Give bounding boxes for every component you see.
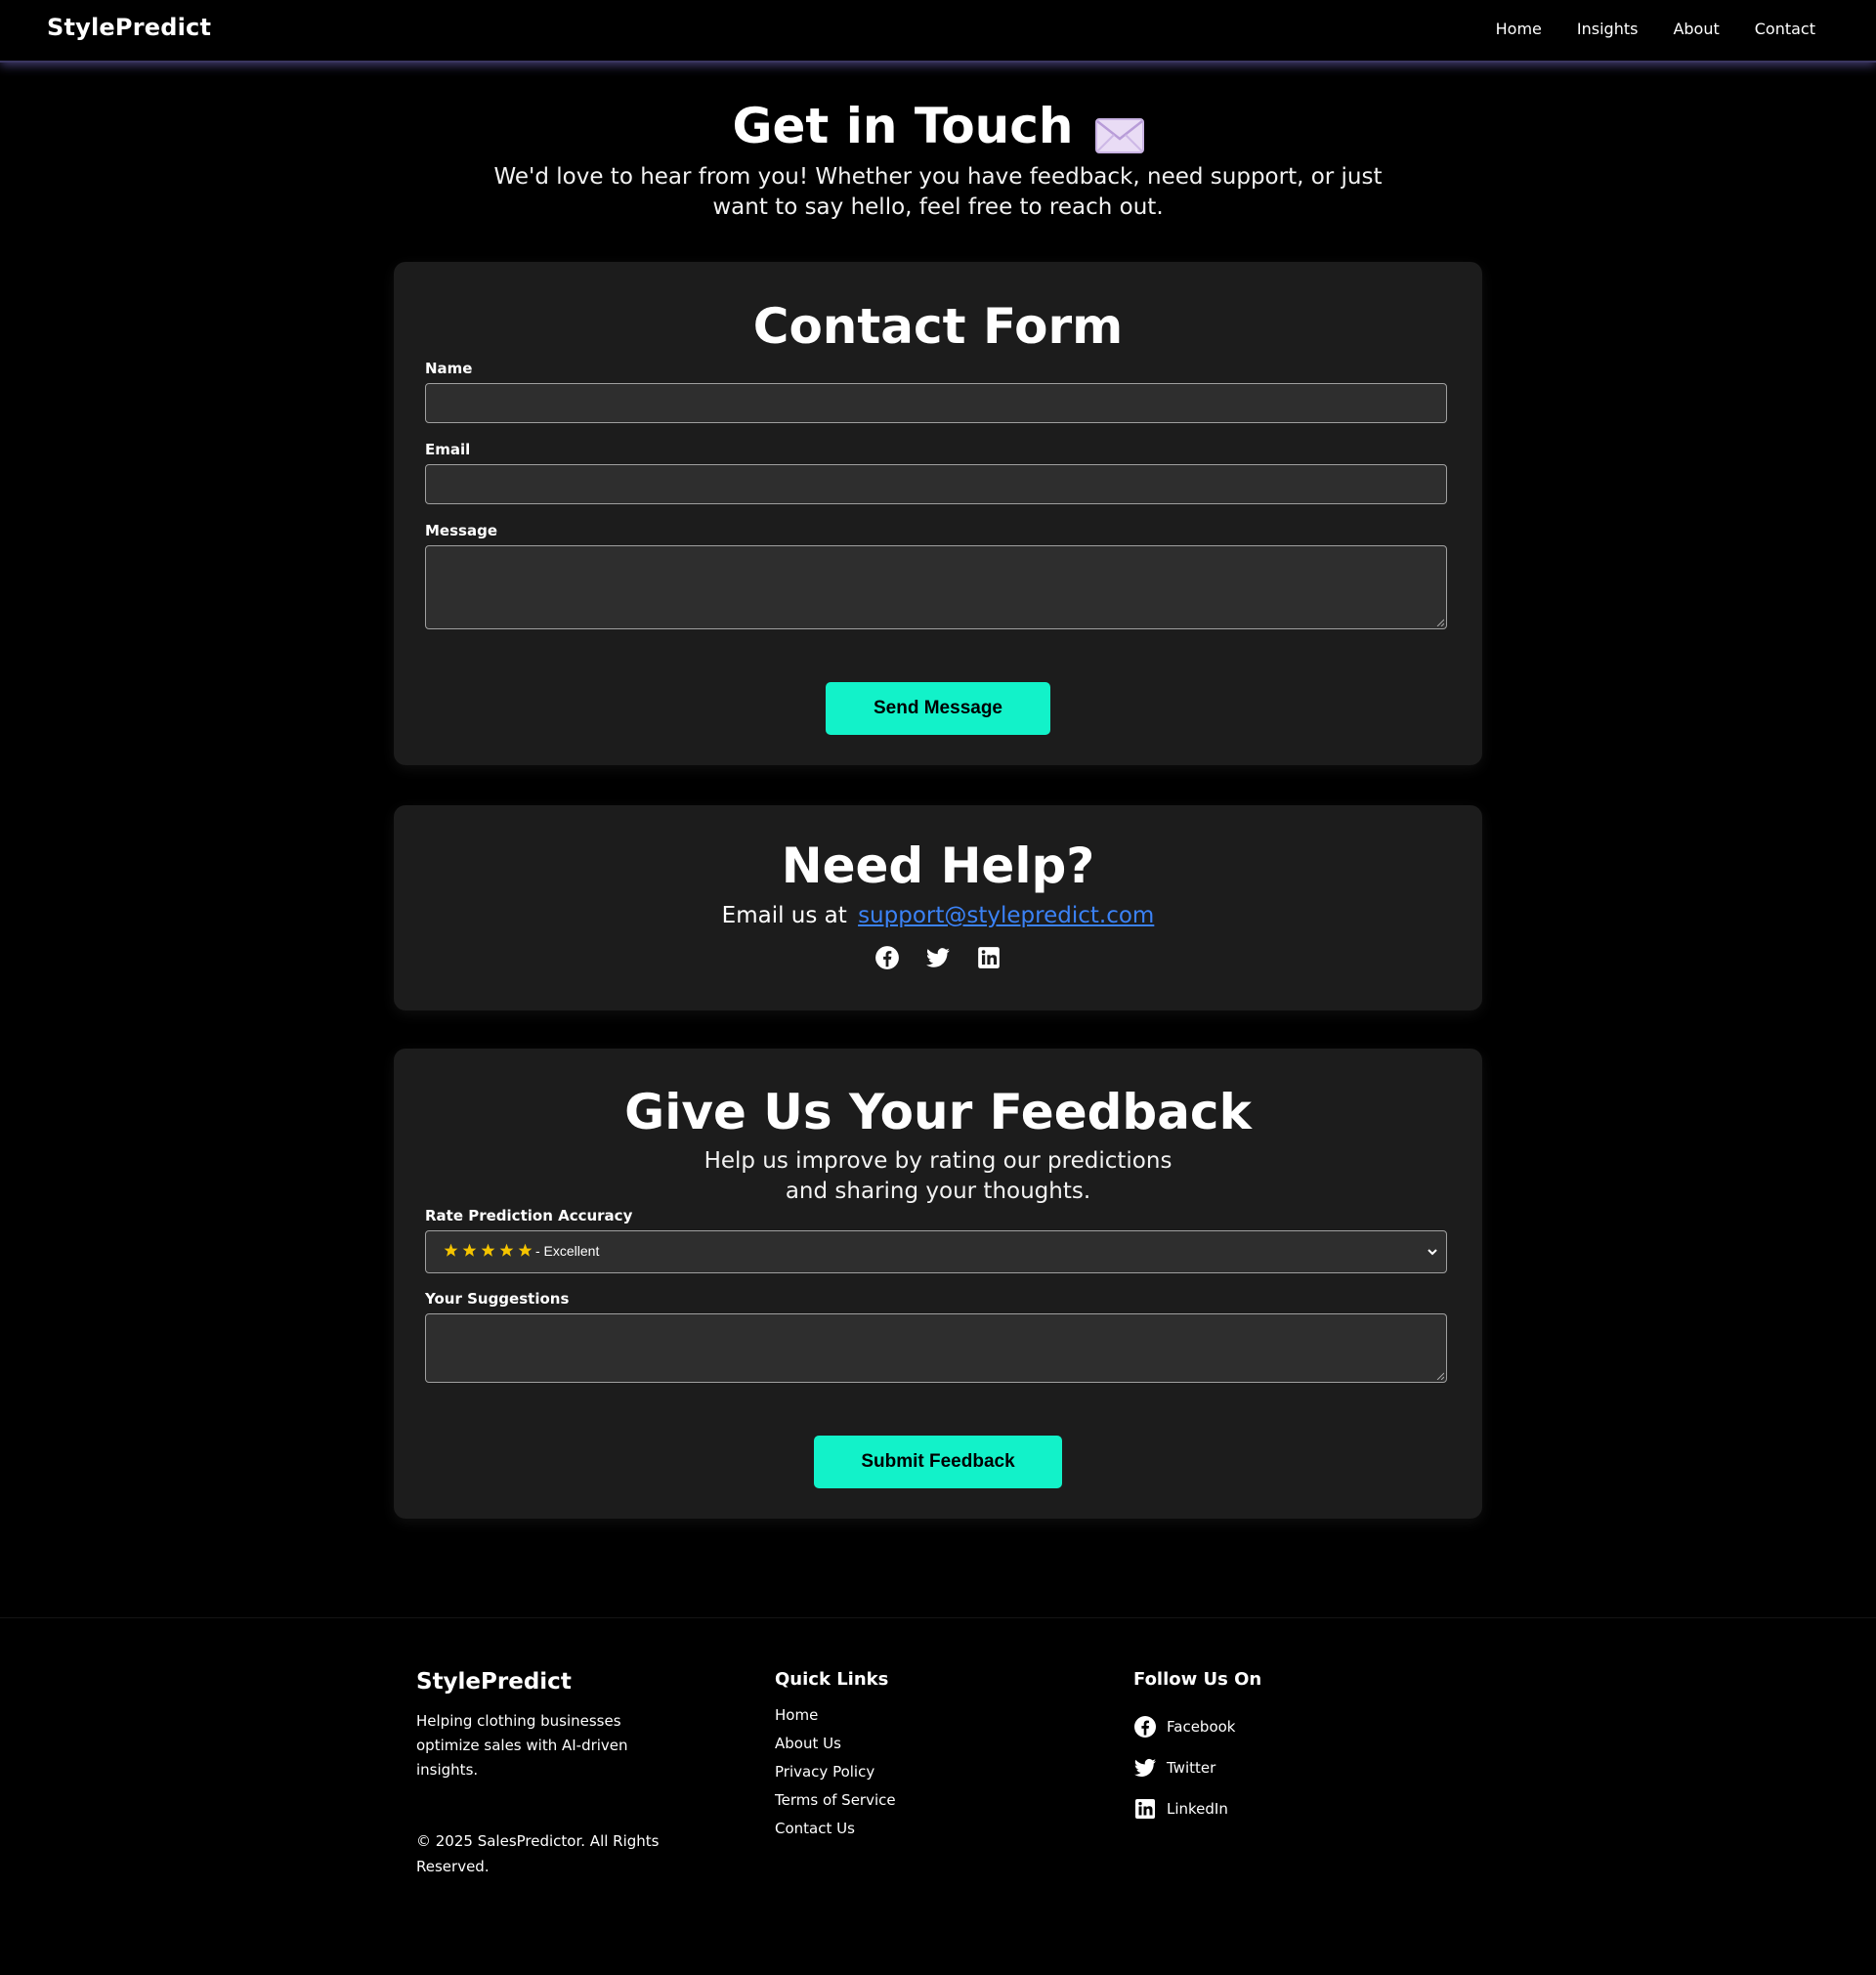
feedback-subtitle: Help us improve by rating our prediction… [704, 1148, 1172, 1204]
footer-brand: StylePredict [416, 1669, 572, 1695]
linkedin-icon [1135, 1799, 1155, 1819]
submit-feedback-button[interactable]: Submit Feedback [814, 1436, 1062, 1488]
resize-handle-icon[interactable] [1436, 1372, 1444, 1380]
email-field[interactable] [425, 464, 1447, 504]
footer-social-twitter[interactable]: Twitter [1133, 1756, 1215, 1780]
footer-social-facebook[interactable]: Facebook [1133, 1715, 1235, 1739]
facebook-icon[interactable] [874, 945, 900, 970]
rating-select-value: - Excellent [535, 1243, 600, 1259]
help-social-icons [394, 945, 1482, 970]
star-icon [518, 1243, 533, 1257]
help-title: Need Help? [781, 837, 1095, 894]
footer-divider [0, 1617, 1876, 1618]
support-email-link[interactable]: support@stylepredict.com [858, 903, 1154, 928]
suggestions-label: Your Suggestions [425, 1290, 570, 1308]
linkedin-icon[interactable] [976, 945, 1002, 970]
envelope-icon [1094, 108, 1144, 153]
feedback-title: Give Us Your Feedback [624, 1084, 1252, 1140]
name-label: Name [425, 360, 473, 377]
nav-link-contact[interactable]: Contact [1755, 20, 1815, 38]
page-title: Get in Touch [0, 98, 1876, 154]
footer-social-label: Twitter [1167, 1759, 1216, 1777]
footer-social-label: LinkedIn [1167, 1800, 1228, 1818]
quick-links-list: Home About Us Privacy Policy Terms of Se… [775, 1706, 896, 1838]
message-textarea[interactable] [425, 545, 1447, 629]
footer-description: Helping clothing businesses optimize sal… [416, 1712, 628, 1779]
footer-social-label: Facebook [1167, 1718, 1236, 1736]
nav-link-home[interactable]: Home [1496, 20, 1542, 38]
footer-link-terms-of-service[interactable]: Terms of Service [775, 1791, 896, 1810]
feedback-card: Give Us Your Feedback Help us improve by… [394, 1049, 1482, 1519]
rating-select[interactable]: - Excellent [425, 1230, 1447, 1273]
star-icon [462, 1243, 477, 1257]
top-navbar: StylePredict Home Insights About Contact [0, 0, 1876, 63]
nav-link-about[interactable]: About [1673, 20, 1719, 38]
help-card: Need Help? Email us at support@stylepred… [394, 805, 1482, 1010]
rating-stars [444, 1243, 533, 1258]
footer-copyright: © 2025 SalesPredictor. All Rights Reserv… [416, 1832, 660, 1875]
resize-handle-icon[interactable] [1436, 619, 1444, 626]
footer-link-home[interactable]: Home [775, 1706, 896, 1725]
footer-link-about-us[interactable]: About Us [775, 1735, 896, 1753]
twitter-icon [1134, 1758, 1156, 1777]
twitter-icon[interactable] [925, 945, 951, 970]
brand-logo[interactable]: StylePredict [47, 14, 211, 41]
star-icon [499, 1243, 514, 1257]
contact-form-card: Contact Form Name Email Message Send Mes… [394, 262, 1482, 765]
star-icon [481, 1243, 495, 1257]
message-label: Message [425, 522, 497, 539]
suggestions-textarea[interactable] [425, 1313, 1447, 1383]
follow-us-heading: Follow Us On [1133, 1669, 1262, 1690]
footer-link-contact-us[interactable]: Contact Us [775, 1820, 896, 1838]
help-email-line: Email us at support@stylepredict.com [394, 903, 1482, 928]
chevron-down-icon [1428, 1249, 1437, 1256]
nav-link-insights[interactable]: Insights [1577, 20, 1639, 38]
send-message-button[interactable]: Send Message [826, 682, 1050, 735]
facebook-icon [1134, 1716, 1156, 1738]
star-icon [444, 1243, 458, 1257]
footer-link-privacy-policy[interactable]: Privacy Policy [775, 1763, 896, 1782]
page-subtitle: We'd love to hear from you! Whether you … [493, 164, 1383, 220]
email-label: Email [425, 441, 471, 458]
page-title-text: Get in Touch [732, 98, 1074, 154]
footer-social-linkedin[interactable]: LinkedIn [1133, 1797, 1228, 1821]
name-field[interactable] [425, 383, 1447, 423]
rating-label: Rate Prediction Accuracy [425, 1207, 633, 1224]
quick-links-heading: Quick Links [775, 1669, 889, 1690]
contact-form-title: Contact Form [752, 298, 1124, 355]
nav-links: Home Insights About Contact [1496, 20, 1815, 38]
help-email-prefix: Email us at [721, 903, 847, 928]
